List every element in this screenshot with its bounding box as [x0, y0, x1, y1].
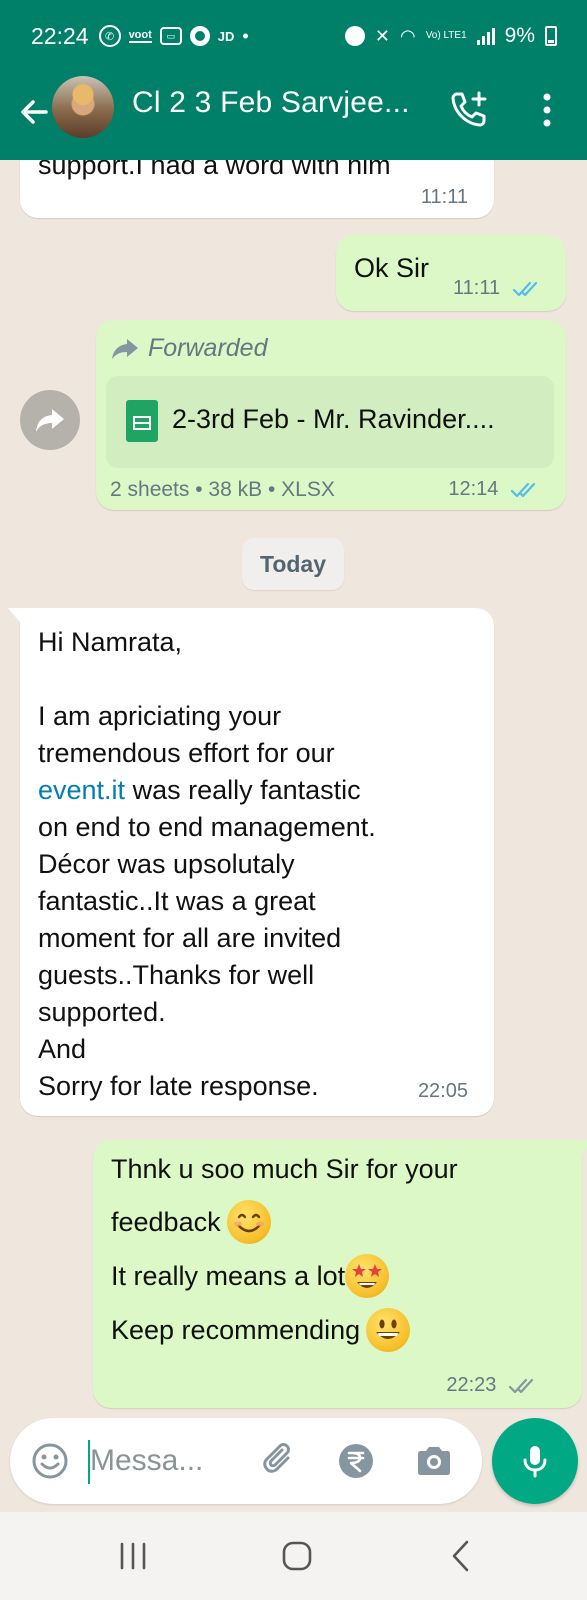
document-meta: 2 sheets • 38 kB • XLSX: [110, 478, 335, 501]
avatar[interactable]: [52, 76, 114, 138]
spreadsheet-icon: [126, 400, 158, 442]
whatsapp-icon: ✆: [98, 25, 121, 47]
back-button[interactable]: [436, 1534, 486, 1578]
message-text: Hi Namrata, I am apriciating your tremen…: [38, 624, 376, 1105]
message-line-rest: was really fantastic: [125, 775, 361, 805]
attach-button[interactable]: [258, 1439, 302, 1483]
back-arrow-icon[interactable]: [14, 92, 54, 132]
smiling-face-emoji: [226, 1200, 271, 1244]
read-ticks-icon: [512, 281, 537, 296]
more-vert-icon[interactable]: [535, 88, 559, 132]
camera-button[interactable]: [412, 1439, 456, 1483]
message-line: event.it was really fantastic: [38, 772, 376, 809]
message-link[interactable]: event.it: [38, 775, 125, 805]
message-line: Sorry for late response.: [38, 1071, 319, 1101]
message-line: guests..Thanks for well: [38, 960, 315, 990]
wifi-icon: ◠: [399, 25, 416, 46]
message-line: Keep recommending: [111, 1308, 411, 1352]
date-separator: Today: [242, 538, 344, 590]
lte-icon: Vo) LTE1: [425, 30, 467, 41]
back-icon: [452, 1540, 469, 1572]
message-time: 11:11: [453, 277, 501, 299]
chat-header: Cl 2 3 Feb Sarvjee...: [0, 72, 587, 160]
payment-button[interactable]: [334, 1439, 378, 1483]
message-line-text: It really means a lot: [111, 1260, 346, 1291]
home-button[interactable]: [272, 1534, 322, 1578]
message-meta: 22:23: [446, 1374, 538, 1397]
message-line: Thnk u soo much Sir for your: [111, 1154, 458, 1185]
system-nav-bar: [0, 1512, 587, 1600]
recents-button[interactable]: [108, 1534, 158, 1578]
message-line-text: Thnk u soo much Sir for your: [111, 1154, 458, 1184]
forward-arrow-icon: [36, 409, 64, 432]
message-outgoing[interactable]: Ok Sir 11:11: [336, 235, 566, 311]
message-text: Ok Sir: [354, 253, 430, 283]
emoji-button[interactable]: [28, 1439, 72, 1483]
message-composer: [10, 1418, 482, 1504]
battery-percent: 9%: [504, 24, 535, 47]
message-line: fantastic..It was a great: [38, 886, 316, 916]
message-time: 22:05: [417, 1080, 468, 1102]
message-line: feedback: [111, 1200, 271, 1244]
top-app-bar: 22:24 ✆ voot ▭ JD • ✕ ◠ Vo) LTE1 9% Cl 2…: [0, 0, 587, 160]
message-line: [38, 661, 376, 698]
signal-icon: [476, 27, 495, 45]
rupee-icon: [339, 1444, 373, 1478]
message-line: moment for all are invited: [38, 923, 342, 953]
gallery-icon: ▭: [159, 27, 182, 45]
message-input[interactable]: [90, 1436, 240, 1486]
status-right: ✕ ◠ Vo) LTE1 9%: [344, 24, 557, 48]
mic-icon: [523, 1446, 547, 1478]
message-document[interactable]: Forwarded 2-3rd Feb - Mr. Ravinder.... 2…: [96, 320, 566, 510]
message-line: on end to end management.: [38, 812, 376, 842]
add-call-icon[interactable]: [448, 88, 490, 130]
home-icon: [282, 1541, 312, 1571]
mute-icon: ✕: [374, 25, 390, 46]
message-time: 22:23: [446, 1374, 497, 1396]
alarm-icon: [344, 26, 365, 46]
message-line: And: [38, 1034, 87, 1064]
message-time: 11:11: [420, 186, 468, 208]
delivered-ticks-icon: [508, 1378, 534, 1393]
status-bar: 22:24 ✆ voot ▭ JD • ✕ ◠ Vo) LTE1 9%: [0, 0, 587, 72]
forwarded-text: Forwarded: [148, 334, 268, 362]
message-line-text: Keep recommending: [111, 1314, 361, 1345]
forwarded-icon: [112, 338, 138, 359]
message-line: tremendous effort for our: [38, 738, 335, 768]
attach-icon: [263, 1443, 290, 1473]
camera-icon: [418, 1447, 450, 1475]
document-card[interactable]: 2-3rd Feb - Mr. Ravinder....: [106, 376, 554, 468]
read-ticks-icon: [510, 482, 536, 497]
chat-messages[interactable]: support.I had a word with him 11:11 Ok S…: [0, 160, 587, 1410]
message-incoming[interactable]: Hi Namrata, I am apriciating your tremen…: [8, 608, 494, 1116]
grinning-face-emoji: [366, 1308, 411, 1352]
forward-shortcut-button[interactable]: [20, 390, 80, 450]
battery-icon: [545, 26, 557, 46]
recents-icon: [120, 1542, 146, 1570]
message-line: Décor was upsolutaly: [38, 849, 295, 879]
jd-icon: JD: [217, 28, 235, 44]
message-outgoing[interactable]: Thnk u soo much Sir for your feedback It…: [93, 1140, 587, 1408]
message-line: supported.: [38, 997, 166, 1027]
chrome-icon: [189, 26, 210, 46]
star-struck-emoji: [345, 1254, 390, 1298]
status-left: 22:24 ✆ voot ▭ JD •: [31, 23, 249, 50]
voot-icon: voot: [128, 29, 152, 43]
message-line: It really means a lot: [111, 1254, 390, 1298]
message-line: Hi Namrata,: [38, 627, 183, 657]
message-time: 12:14: [448, 478, 499, 500]
voice-message-button[interactable]: [492, 1418, 578, 1504]
message-line: I am apriciating your: [38, 701, 282, 731]
forwarded-label: Forwarded: [110, 334, 268, 363]
message-incoming[interactable]: support.I had a word with him 11:11: [20, 160, 494, 218]
message-line-text: feedback: [111, 1206, 221, 1237]
status-time: 22:24: [31, 22, 89, 49]
dot-icon: •: [242, 26, 249, 46]
message-meta: 11:11: [453, 277, 542, 300]
message-text: support.I had a word with him: [38, 160, 391, 180]
emoji-icon: [32, 1443, 68, 1479]
chat-title[interactable]: Cl 2 3 Feb Sarvjee...: [132, 86, 410, 120]
message-meta: 12:14: [448, 478, 540, 501]
document-name: 2-3rd Feb - Mr. Ravinder....: [172, 404, 495, 434]
